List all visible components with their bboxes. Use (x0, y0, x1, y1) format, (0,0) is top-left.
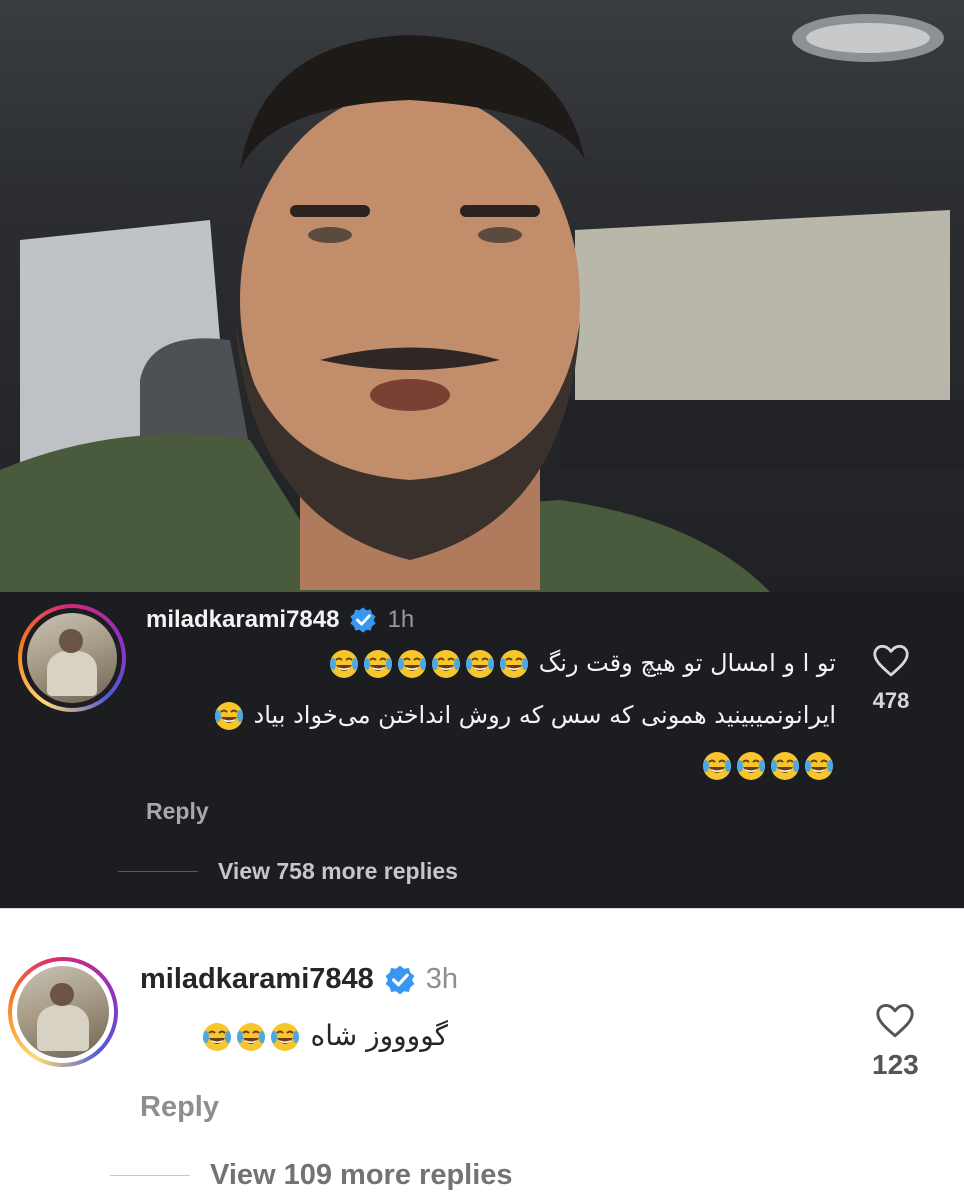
face-with-tears-of-joy-emoji (703, 752, 731, 780)
face-with-tears-of-joy-emoji (398, 650, 427, 678)
comment-header: miladkarami7848 1h (146, 606, 414, 634)
reply-button[interactable]: Reply (140, 1091, 219, 1124)
face-with-tears-of-joy-emoji (432, 650, 461, 678)
comment-header: miladkarami7848 3h (140, 963, 458, 996)
emoji-row (700, 751, 836, 780)
verified-badge-icon (350, 607, 377, 633)
verified-badge-icon (385, 965, 415, 994)
username[interactable]: miladkarami7848 (146, 606, 339, 634)
heart-outline-icon (876, 1003, 915, 1038)
comment-text: ایرانونمیبینید همونی که سس که روش انداخت… (253, 701, 836, 729)
face-with-tears-of-joy-emoji (805, 752, 833, 780)
like-button[interactable]: 478 (872, 644, 910, 714)
face-with-tears-of-joy-emoji (771, 752, 799, 780)
view-more-replies[interactable]: View 109 more replies (110, 1159, 513, 1192)
avatar-photo (17, 966, 109, 1058)
comment-card-dark: miladkarami7848 1h تو ا و امسال تو هیچ و… (0, 592, 964, 908)
face-with-tears-of-joy-emoji (214, 702, 243, 730)
face-with-tears-of-joy-emoji (330, 650, 359, 678)
like-button[interactable]: 123 (872, 1003, 919, 1081)
avatar[interactable] (18, 604, 126, 712)
emoji-row (212, 701, 246, 730)
avatar-photo (27, 613, 117, 703)
view-more-replies-label: View 758 more replies (218, 858, 458, 884)
divider (118, 871, 198, 872)
comment-text-line-3 (700, 750, 836, 782)
reply-button[interactable]: Reply (146, 798, 209, 825)
face-with-tears-of-joy-emoji (364, 650, 393, 678)
comment-text-line-2: ایرانونمیبینید همونی که سس که روش انداخت… (212, 700, 836, 732)
face-with-tears-of-joy-emoji (737, 752, 765, 780)
face-with-tears-of-joy-emoji (466, 650, 495, 678)
username[interactable]: miladkarami7848 (140, 963, 374, 996)
emoji-row (200, 1019, 302, 1052)
face-with-tears-of-joy-emoji (236, 1023, 265, 1051)
emoji-row (327, 649, 531, 678)
face-with-tears-of-joy-emoji (500, 650, 529, 678)
video-still-image (0, 14, 964, 592)
comment-time: 1h (387, 606, 415, 633)
comment-text-line-1: گووووز شاه (200, 1019, 448, 1053)
face-with-tears-of-joy-emoji (202, 1023, 231, 1051)
comment-text-line-1: تو ا و امسال تو هیچ وقت رنگ (327, 648, 836, 680)
face-with-tears-of-joy-emoji (270, 1023, 299, 1051)
video-frame[interactable] (0, 0, 964, 592)
comment-card-light: miladkarami7848 3h گووووز شاه 123 Reply … (0, 908, 964, 1201)
like-count: 478 (872, 688, 910, 713)
comment-text: گووووز شاه (310, 1019, 448, 1052)
comment-text: تو ا و امسال تو هیچ وقت رنگ (538, 649, 836, 677)
comment-time: 3h (425, 963, 459, 995)
view-more-replies-label: View 109 more replies (210, 1159, 513, 1191)
view-more-replies[interactable]: View 758 more replies (118, 858, 458, 885)
divider (110, 1175, 190, 1176)
like-count: 123 (872, 1049, 919, 1080)
avatar[interactable] (8, 957, 118, 1067)
heart-outline-icon (873, 644, 909, 677)
